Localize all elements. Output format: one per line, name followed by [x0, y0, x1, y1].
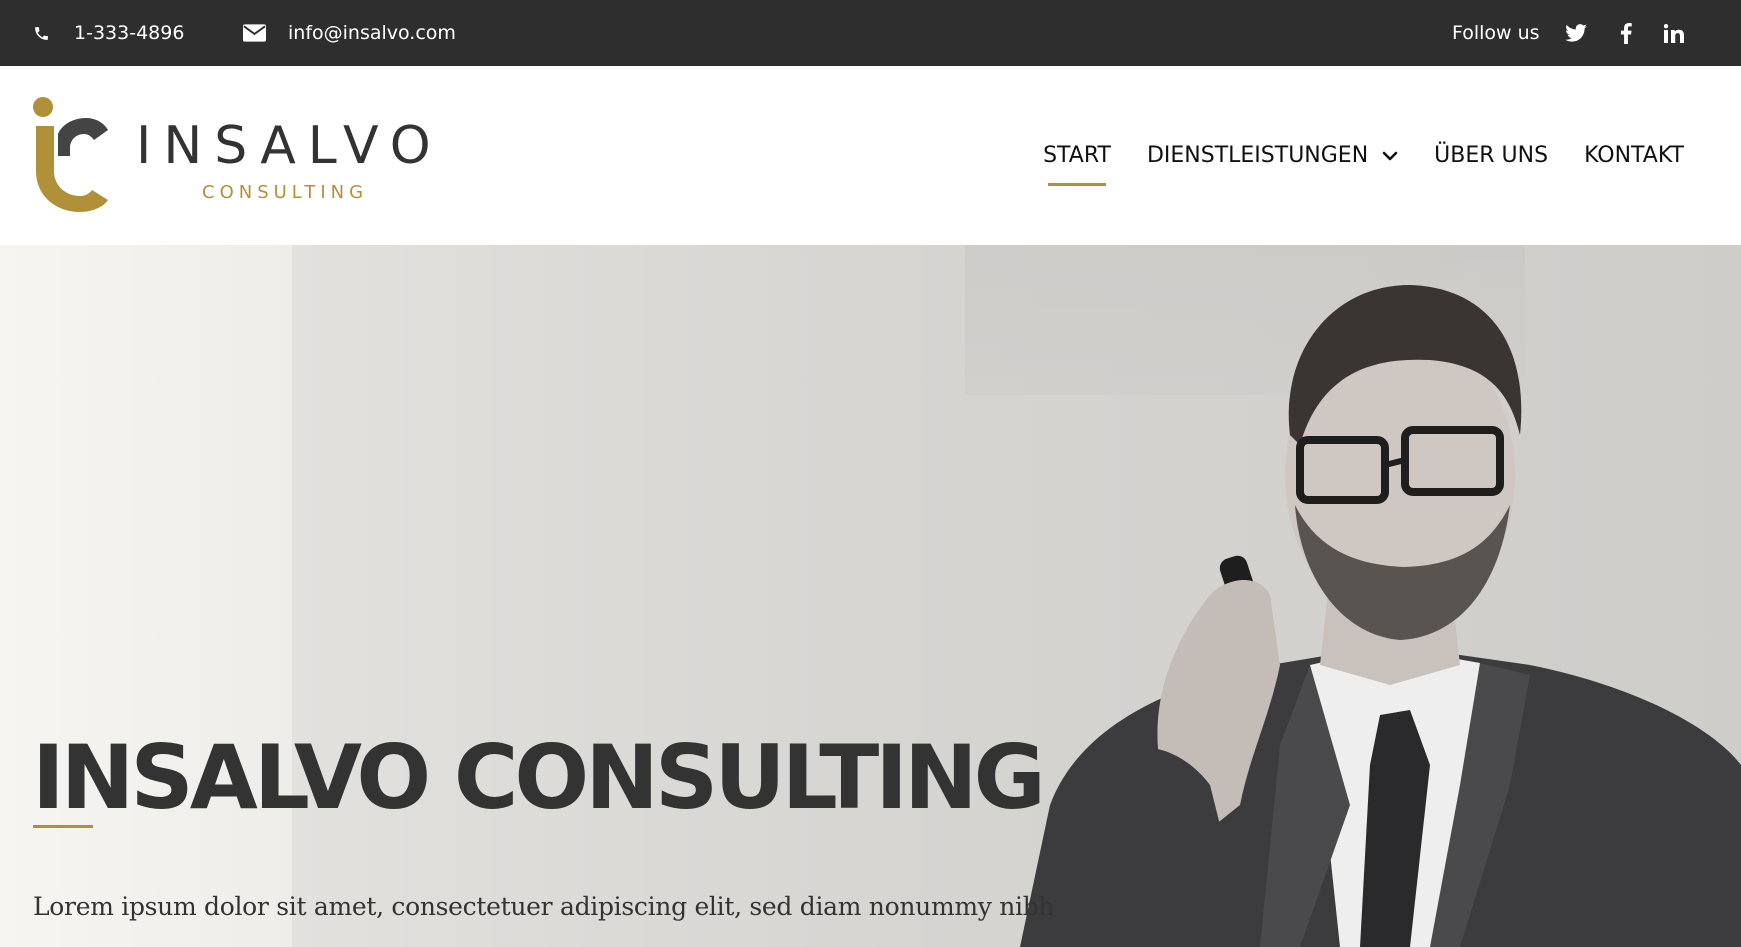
nav-item-ueber-uns[interactable]: ÜBER UNS [1434, 143, 1548, 168]
hero-title: INSALVO CONSULTING [32, 725, 1046, 829]
nav-item-dienstleistungen[interactable]: DIENSTLEISTUNGEN [1147, 143, 1398, 168]
envelope-icon [242, 24, 266, 42]
email-address: info@insalvo.com [288, 22, 456, 44]
nav-item-label: KONTAKT [1584, 143, 1684, 168]
nav-item-kontakt[interactable]: KONTAKT [1584, 143, 1684, 168]
logo-wordmark: INSALVO [136, 116, 443, 176]
facebook-icon[interactable] [1612, 0, 1640, 66]
hero-divider [33, 825, 93, 828]
linkedin-icon[interactable] [1660, 0, 1688, 66]
top-bar: 1-333-4896 info@insalvo.com Follow us [0, 0, 1741, 66]
hero-section: INSALVO CONSULTING Lorem ipsum dolor sit… [0, 245, 1741, 947]
twitter-icon[interactable] [1562, 0, 1590, 66]
nav-item-label: START [1043, 143, 1111, 168]
main-nav: START DIENSTLEISTUNGEN ÜBER UNS KONTAKT [1007, 66, 1684, 245]
phone-number: 1-333-4896 [74, 22, 185, 44]
chevron-down-icon[interactable] [1382, 151, 1398, 161]
phone-icon [32, 25, 50, 42]
logo[interactable]: INSALVO CONSULTING [32, 96, 432, 216]
contact-email[interactable]: info@insalvo.com [242, 0, 456, 66]
man-on-phone-photo [1020, 285, 1741, 947]
logo-mark-icon [33, 97, 108, 212]
follow-us-label: Follow us [1452, 22, 1540, 44]
nav-item-label: ÜBER UNS [1434, 143, 1549, 168]
hero-text: Lorem ipsum dolor sit amet, consectetuer… [33, 892, 1055, 921]
nav-item-start[interactable]: START [1043, 143, 1111, 186]
background-wall [0, 245, 292, 947]
logo-tagline: CONSULTING [202, 182, 369, 203]
contact-phone[interactable]: 1-333-4896 [32, 0, 184, 66]
nav-item-label: DIENSTLEISTUNGEN [1146, 143, 1369, 168]
site-header: INSALVO CONSULTING START DIENSTLEISTUNGE… [0, 66, 1741, 245]
